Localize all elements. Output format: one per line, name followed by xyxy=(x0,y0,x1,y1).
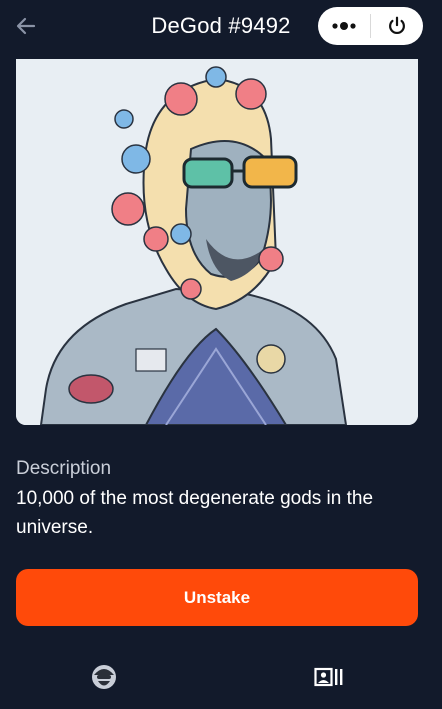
power-icon xyxy=(389,16,405,35)
mini-program-capsule xyxy=(318,7,423,45)
description-text: 10,000 of the most degenerate gods in th… xyxy=(16,488,374,538)
degod-artwork xyxy=(16,59,418,425)
tab-gallery[interactable] xyxy=(314,662,344,692)
tab-degod[interactable] xyxy=(89,662,119,692)
more-button[interactable] xyxy=(318,7,370,45)
app-header: DeGod #9492 xyxy=(0,0,442,54)
description-label: Description xyxy=(16,458,112,479)
gallery-icon xyxy=(314,667,343,687)
more-dots-icon xyxy=(332,22,356,30)
unstake-button[interactable]: Unstake xyxy=(16,569,418,626)
bottom-tab-bar xyxy=(0,650,442,709)
degod-avatar-icon xyxy=(92,665,116,689)
nft-image[interactable] xyxy=(16,59,418,425)
power-button[interactable] xyxy=(371,7,423,45)
